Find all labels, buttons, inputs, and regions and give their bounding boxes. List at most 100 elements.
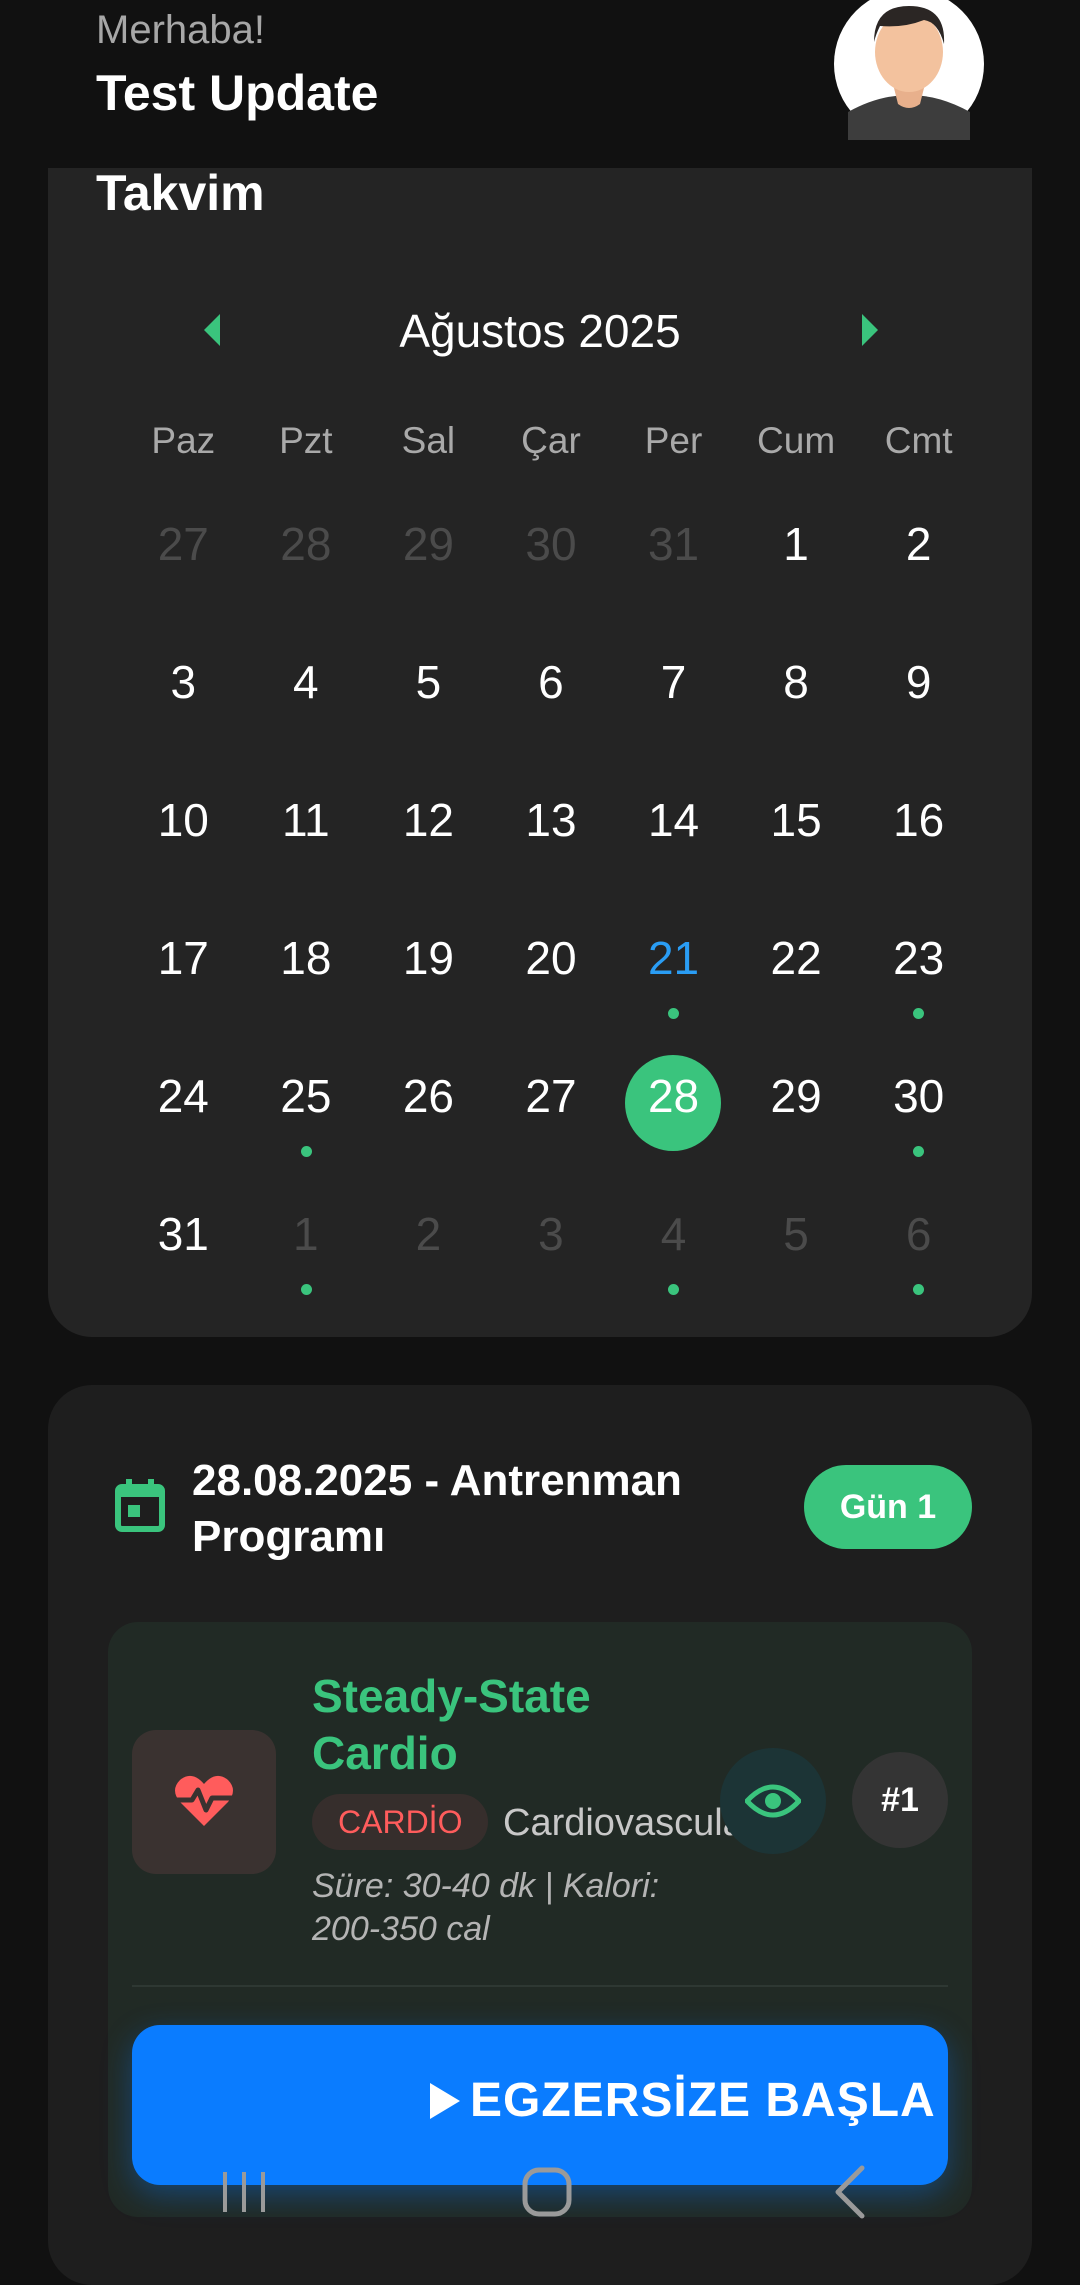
calendar-day[interactable]: 14 (612, 766, 735, 904)
calendar-day[interactable]: 5 (735, 1180, 858, 1318)
calendar-day[interactable]: 11 (245, 766, 368, 904)
view-exercise-button[interactable] (720, 1748, 826, 1854)
calendar-day[interactable]: 19 (367, 904, 490, 1042)
calendar-day[interactable]: 4 (612, 1180, 735, 1318)
calendar-day[interactable]: 3 (490, 1180, 613, 1318)
calendar-day[interactable]: 16 (857, 766, 980, 904)
calendar-day-number: 6 (905, 1208, 932, 1260)
calendar-day[interactable]: 31 (612, 490, 735, 628)
heart-pulse-icon (174, 1775, 234, 1826)
weekday-header-row: Paz Pzt Sal Çar Per Cum Cmt (122, 420, 980, 470)
calendar-day-number: 24 (157, 1070, 209, 1122)
calendar-day-number: 15 (770, 794, 822, 846)
username-text: Test Update (96, 65, 379, 121)
calendar-day-number: 22 (770, 932, 822, 984)
program-title: 28.08.2025 - Antrenman Programı (192, 1456, 682, 1561)
calendar-day-number: 8 (783, 656, 809, 708)
exercise-category-badge: CARDİO (312, 1794, 489, 1850)
calendar-day-selected[interactable]: 28 (612, 1042, 735, 1180)
calendar-day-number: 3 (170, 656, 197, 708)
weekday-label: Çar (521, 420, 581, 461)
exercise-icon-box (132, 1730, 276, 1874)
next-month-button[interactable] (848, 302, 888, 358)
calendar-day[interactable]: 22 (735, 904, 858, 1042)
day-badge: Gün 1 (804, 1465, 972, 1549)
back-button[interactable] (810, 2152, 890, 2232)
avatar-icon (834, 0, 984, 140)
exercise-name: Steady-State Cardio (312, 1670, 591, 1779)
calendar-day-number: 30 (893, 1070, 945, 1122)
calendar-day-number: 31 (157, 1208, 209, 1260)
calendar-day[interactable]: 30 (490, 490, 613, 628)
calendar-day-number: 4 (293, 656, 319, 708)
calendar-day[interactable]: 27 (122, 490, 245, 628)
calendar-day[interactable]: 20 (490, 904, 613, 1042)
calendar-day[interactable]: 1 (245, 1180, 368, 1318)
calendar-day[interactable]: 29 (367, 490, 490, 628)
home-button[interactable] (507, 2152, 587, 2232)
calendar-day[interactable]: 8 (735, 628, 858, 766)
calendar-day[interactable]: 3 (122, 628, 245, 766)
weekday-label: Cmt (884, 420, 953, 461)
calendar-day-number: 28 (647, 1070, 700, 1122)
calendar-day[interactable]: 5 (367, 628, 490, 766)
calendar-day-number: 5 (415, 656, 442, 708)
calendar-day[interactable]: 31 (122, 1180, 245, 1318)
calendar-day-number: 19 (402, 932, 454, 984)
calendar-day-number: 1 (783, 518, 809, 570)
calendar-day-number: 2 (415, 1208, 442, 1260)
calendar-day-number: 17 (157, 932, 209, 984)
recent-apps-button[interactable] (204, 2152, 284, 2232)
calendar-day[interactable]: 2 (857, 490, 980, 628)
workout-indicator-dot (913, 1146, 925, 1157)
calendar-day[interactable]: 28 (245, 490, 368, 628)
calendar-day-number: 7 (660, 656, 687, 708)
calendar-day[interactable]: 6 (490, 628, 613, 766)
start-exercise-label: EGZERSİZE BAŞLA (470, 2074, 936, 2127)
calendar-day-number: 11 (281, 794, 330, 846)
calendar-day[interactable]: 29 (735, 1042, 858, 1180)
calendar-day-number: 5 (783, 1208, 809, 1260)
eye-icon (745, 1784, 801, 1818)
workout-indicator-dot (668, 1008, 680, 1019)
calendar-day-number: 9 (905, 656, 932, 708)
calendar-day[interactable]: 17 (122, 904, 245, 1042)
weekday-label: Pzt (279, 420, 333, 461)
calendar-title: Takvim (96, 165, 265, 221)
calendar-day-number: 21 (647, 932, 700, 984)
calendar-day[interactable]: 1 (735, 490, 858, 628)
calendar-day[interactable]: 26 (367, 1042, 490, 1180)
back-icon (835, 2165, 865, 2219)
calendar-day[interactable]: 9 (857, 628, 980, 766)
calendar-day[interactable]: 30 (857, 1042, 980, 1180)
calendar-day[interactable]: 18 (245, 904, 368, 1042)
calendar-day[interactable]: 13 (490, 766, 613, 904)
calendar-day-number: 20 (525, 932, 577, 984)
calendar-day[interactable]: 15 (735, 766, 858, 904)
workout-indicator-dot (300, 1284, 312, 1295)
calendar-day[interactable]: 12 (367, 766, 490, 904)
calendar-day-number: 14 (647, 794, 700, 846)
calendar-day[interactable]: 27 (490, 1042, 613, 1180)
calendar-day[interactable]: 23 (857, 904, 980, 1042)
calendar-day[interactable]: 25 (245, 1042, 368, 1180)
calendar-day-number: 27 (525, 1070, 577, 1122)
calendar-day-number: 6 (538, 656, 564, 708)
calendar-day-today[interactable]: 21 (612, 904, 735, 1042)
calendar-day[interactable]: 7 (612, 628, 735, 766)
avatar[interactable] (834, 0, 984, 140)
calendar-day-number: 1 (293, 1208, 319, 1260)
calendar-day-number: 2 (905, 518, 932, 570)
calendar-day[interactable]: 2 (367, 1180, 490, 1318)
calendar-day[interactable]: 4 (245, 628, 368, 766)
calendar-day[interactable]: 6 (857, 1180, 980, 1318)
exercise-muscle-group: Cardiovascular (503, 1802, 757, 1844)
calendar-day-grid: 27 28 29 30 31 1 2 3 4 5 6 7 8 9 10 11 12 13 14 15 16 17 18 19 2… (122, 490, 980, 1318)
calendar-day[interactable]: 24 (122, 1042, 245, 1180)
workout-indicator-dot (668, 1284, 680, 1295)
calendar-day[interactable]: 10 (122, 766, 245, 904)
calendar-day-number: 30 (525, 518, 577, 570)
exercise-card[interactable]: Steady-State Cardio CARDİO Cardiovascula… (108, 1622, 972, 2217)
calendar-icon (114, 1479, 166, 1533)
calendar-day-number: 16 (893, 794, 945, 846)
